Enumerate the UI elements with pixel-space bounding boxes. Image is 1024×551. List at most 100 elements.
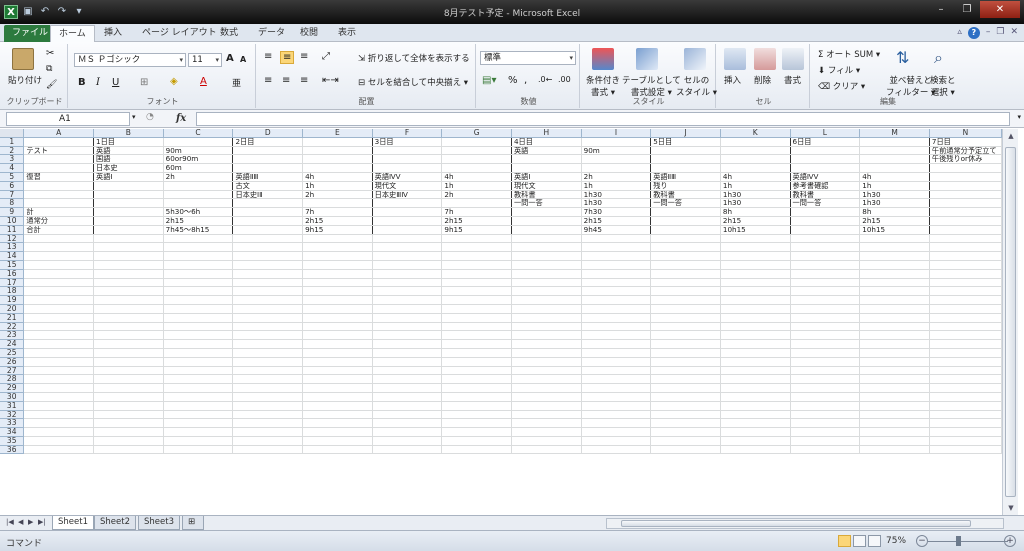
cell[interactable]: [859, 234, 930, 244]
cell[interactable]: [581, 269, 652, 279]
cell[interactable]: 日本史ⅢⅣ: [372, 190, 443, 200]
cell[interactable]: [23, 234, 95, 244]
cell[interactable]: [581, 392, 652, 402]
cut-icon[interactable]: ✂: [46, 48, 54, 59]
cell[interactable]: [859, 154, 930, 165]
cell[interactable]: [302, 401, 373, 411]
cell[interactable]: [302, 374, 373, 385]
copy-icon[interactable]: ⧉: [46, 64, 52, 74]
cell[interactable]: [720, 401, 791, 411]
cell[interactable]: [720, 251, 791, 261]
align-middle-icon[interactable]: ≡: [280, 51, 295, 64]
cell[interactable]: [859, 383, 930, 393]
cell[interactable]: [372, 322, 443, 332]
zoom-slider[interactable]: [928, 541, 1008, 542]
cell[interactable]: [163, 418, 234, 429]
cell[interactable]: [372, 348, 443, 358]
cell[interactable]: [441, 348, 512, 358]
cell[interactable]: [302, 146, 373, 156]
cell[interactable]: [302, 137, 373, 147]
row-header[interactable]: 13: [0, 242, 25, 253]
cell[interactable]: [720, 383, 791, 393]
cell[interactable]: [720, 304, 791, 314]
cell[interactable]: [581, 366, 652, 376]
cell[interactable]: [163, 137, 234, 147]
cell[interactable]: [581, 242, 652, 253]
row-header[interactable]: 33: [0, 418, 25, 429]
cell[interactable]: 1h: [581, 181, 652, 191]
cell[interactable]: [441, 154, 512, 165]
cell[interactable]: [232, 216, 304, 226]
cell[interactable]: [929, 330, 1002, 341]
cell[interactable]: [859, 163, 930, 173]
cell[interactable]: [163, 278, 234, 288]
cell[interactable]: 90m: [581, 146, 652, 156]
cell[interactable]: [372, 251, 443, 261]
cell[interactable]: [650, 146, 721, 156]
align-right-icon[interactable]: ≡: [300, 75, 308, 86]
cell[interactable]: [441, 260, 512, 270]
cell[interactable]: [511, 260, 582, 270]
cell[interactable]: [372, 269, 443, 279]
name-box[interactable]: A1: [6, 112, 130, 126]
cell[interactable]: [232, 330, 304, 341]
cell[interactable]: [790, 445, 861, 455]
cell[interactable]: 2h15: [302, 216, 373, 226]
row-header[interactable]: 12: [0, 234, 25, 244]
cell[interactable]: [720, 313, 791, 323]
zoom-out-button[interactable]: −: [916, 535, 928, 547]
cell[interactable]: [93, 260, 164, 270]
cell[interactable]: [302, 260, 373, 270]
cell[interactable]: [790, 366, 861, 376]
cell[interactable]: [302, 339, 373, 349]
cell[interactable]: [650, 330, 721, 341]
cell[interactable]: [23, 137, 95, 147]
cell[interactable]: [511, 418, 582, 429]
cell[interactable]: テスト: [23, 146, 95, 156]
row-header[interactable]: 3: [0, 154, 25, 165]
cell[interactable]: [23, 357, 95, 367]
cell[interactable]: [929, 198, 1002, 209]
cell[interactable]: [163, 286, 234, 297]
column-header[interactable]: G: [441, 129, 512, 138]
cell[interactable]: 一問一答: [650, 198, 721, 209]
cell[interactable]: [720, 392, 791, 402]
cell[interactable]: [93, 418, 164, 429]
cell[interactable]: 現代文: [511, 181, 582, 191]
cell[interactable]: [720, 410, 791, 420]
row-header[interactable]: 14: [0, 251, 25, 261]
cell[interactable]: [441, 278, 512, 288]
cell[interactable]: [302, 242, 373, 253]
cell[interactable]: [720, 278, 791, 288]
cell[interactable]: [163, 401, 234, 411]
doc-close-icon[interactable]: ✕: [1010, 27, 1018, 39]
cell[interactable]: [441, 357, 512, 367]
cell[interactable]: [650, 234, 721, 244]
cell[interactable]: 復習: [23, 172, 95, 182]
cell[interactable]: [650, 339, 721, 349]
row-header[interactable]: 35: [0, 436, 25, 446]
cell[interactable]: [93, 401, 164, 411]
cell[interactable]: [372, 154, 443, 165]
cell[interactable]: [859, 401, 930, 411]
cell[interactable]: [441, 374, 512, 385]
cell[interactable]: [929, 251, 1002, 261]
cell[interactable]: [23, 154, 95, 165]
cell[interactable]: [720, 436, 791, 446]
cell[interactable]: [23, 392, 95, 402]
cell[interactable]: [232, 348, 304, 358]
column-header[interactable]: C: [163, 129, 234, 138]
cell[interactable]: [372, 339, 443, 349]
row-header[interactable]: 32: [0, 410, 25, 420]
cell[interactable]: [790, 383, 861, 393]
cell[interactable]: [720, 286, 791, 297]
cell[interactable]: [372, 278, 443, 288]
row-header[interactable]: 10: [0, 216, 25, 226]
cell[interactable]: [93, 216, 164, 226]
cell[interactable]: 2h15: [441, 216, 512, 226]
cell[interactable]: [720, 357, 791, 367]
doc-minimize-icon[interactable]: –: [986, 27, 991, 39]
zoom-in-button[interactable]: +: [1004, 535, 1016, 547]
cell[interactable]: [511, 234, 582, 244]
cell[interactable]: [372, 392, 443, 402]
